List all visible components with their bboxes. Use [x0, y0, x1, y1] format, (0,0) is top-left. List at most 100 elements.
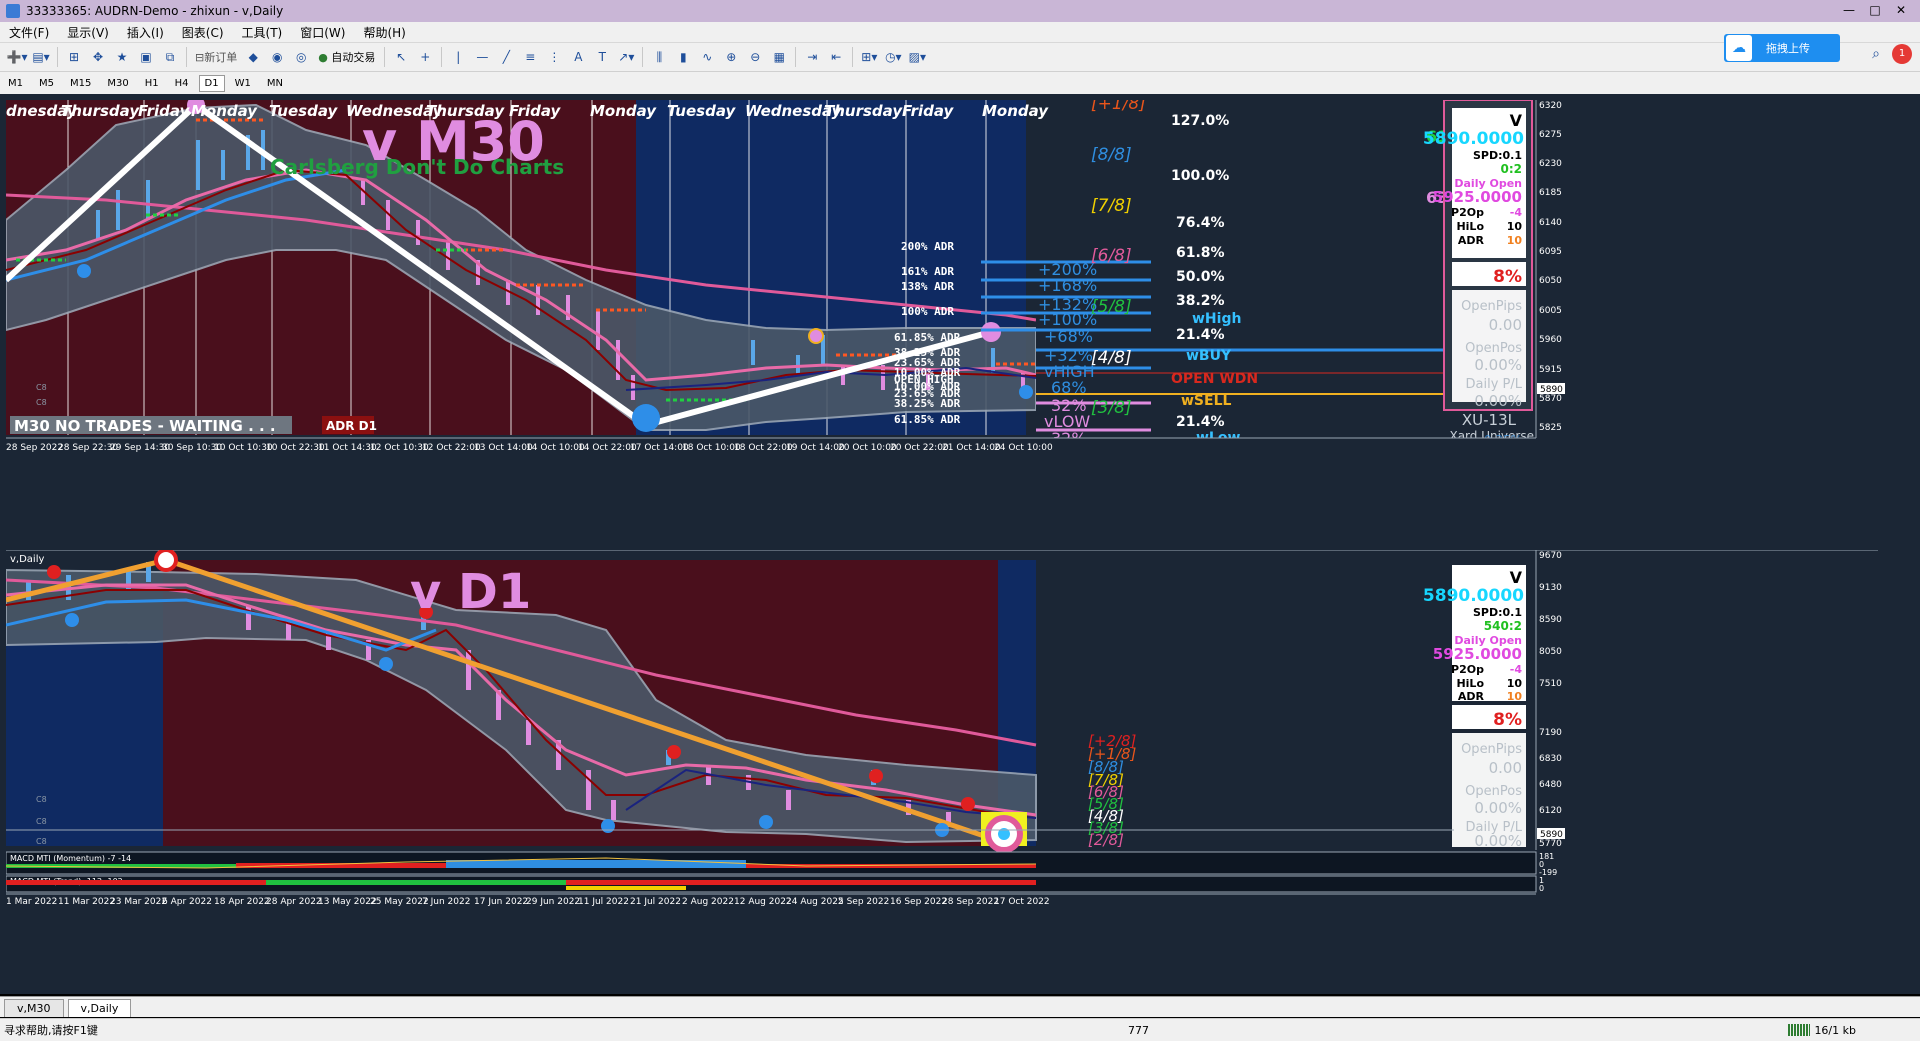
menu-charts[interactable]: 图表(C) [173, 24, 233, 41]
tab-v-m30[interactable]: v,M30 [4, 999, 64, 1017]
time-tick: 18 Oct 22:00 [734, 443, 793, 453]
terminal-icon[interactable]: ▣ [135, 46, 157, 68]
close-button[interactable]: ✕ [1888, 0, 1914, 20]
tf-mn[interactable]: MN [261, 75, 289, 92]
zoom-in-icon[interactable]: ⊕ [720, 46, 742, 68]
bar-chart-icon[interactable]: ⫼ [648, 46, 670, 68]
m30-chart-subtitle: Carlsberg Don't Do Charts [270, 155, 564, 179]
macd-tick: 0 [1539, 884, 1544, 893]
menu-file[interactable]: 文件(F) [0, 24, 58, 41]
weekly-label: wSELL [1181, 393, 1232, 409]
time-tick: 20 Oct 10:00 [838, 443, 897, 453]
daily-pl-value: 0.00% [1474, 832, 1522, 850]
tf-h4[interactable]: H4 [169, 75, 195, 92]
horizontal-line-icon[interactable]: — [471, 46, 493, 68]
trendline-icon[interactable]: ╱ [495, 46, 517, 68]
time-tick: 11 Mar 2022 [58, 897, 115, 907]
arrows-icon[interactable]: ↗▾ [615, 46, 637, 68]
navigator-icon[interactable]: ★ [111, 46, 133, 68]
profiles-icon[interactable]: ▤▾ [30, 46, 52, 68]
strategy-tester-icon[interactable]: ⧉ [159, 46, 181, 68]
fib-label: 61.8% [1176, 245, 1225, 261]
tile-windows-icon[interactable]: ▦ [768, 46, 790, 68]
auto-trading-label: 自动交易 [331, 51, 376, 64]
tf-h1[interactable]: H1 [139, 75, 165, 92]
menu-insert[interactable]: 插入(I) [118, 24, 173, 41]
fibonacci-icon[interactable]: ⋮ [543, 46, 565, 68]
open-pos-value: 0.00% [1474, 356, 1522, 374]
search-icon[interactable]: ⌕ [1872, 46, 1880, 62]
upload-button[interactable]: ☁ 拖拽上传 [1724, 34, 1840, 62]
price-tick: 8590 [1539, 615, 1562, 625]
daily-pl-value: 0.00% [1474, 392, 1522, 410]
market-watch-icon[interactable]: ⊞ [63, 46, 85, 68]
tf-m5[interactable]: M5 [33, 75, 60, 92]
m30-chart[interactable]: dnesday Thursday Friday Monday Tuesday W… [6, 100, 1878, 530]
tf-m1[interactable]: M1 [2, 75, 29, 92]
tf-d1[interactable]: D1 [198, 74, 225, 92]
pct-label: +68% [1044, 327, 1093, 346]
red-dot-marker [869, 769, 883, 783]
time-tick: 20 Oct 22:00 [890, 443, 949, 453]
label-icon[interactable]: T [591, 46, 613, 68]
market-icon[interactable]: ◎ [290, 46, 312, 68]
p2op-label: P2Op [1451, 663, 1484, 676]
red-dot-marker [667, 745, 681, 759]
app-icon [6, 4, 20, 18]
autoscroll-icon[interactable]: ⇥ [801, 46, 823, 68]
chart-shift-icon[interactable]: ⇤ [825, 46, 847, 68]
blue-dot-marker [65, 613, 79, 627]
cursor-icon[interactable]: ↖ [390, 46, 412, 68]
hilo-value: 10 [1507, 220, 1523, 233]
zoom-out-icon[interactable]: ⊖ [744, 46, 766, 68]
swing-high-marker-2 [981, 322, 1001, 342]
menu-help[interactable]: 帮助(H) [354, 24, 414, 41]
vertical-line-icon[interactable]: | [447, 46, 469, 68]
tf-m15[interactable]: M15 [64, 75, 97, 92]
price-value: 5890.0000 [1423, 586, 1524, 606]
templates-icon[interactable]: ▨▾ [906, 46, 928, 68]
metaeditor-icon[interactable]: ◆ [242, 46, 264, 68]
time-axis-labels: 1 Mar 2022 11 Mar 2022 23 Mar 2022 6 Apr… [6, 897, 1050, 907]
time-tick: 21 Oct 14:00 [942, 443, 1001, 453]
text-icon[interactable]: A [567, 46, 589, 68]
menu-window[interactable]: 窗口(W) [291, 24, 354, 41]
notification-badge[interactable]: 1 [1892, 44, 1912, 64]
data-window-icon[interactable]: ✥ [87, 46, 109, 68]
tf-w1[interactable]: W1 [229, 75, 257, 92]
macd-momentum-label: MACD MTI (Momentum) -7 -14 [10, 854, 131, 863]
day-label: Tuesday [269, 102, 338, 120]
swing-low-marker [77, 264, 91, 278]
menu-view[interactable]: 显示(V) [58, 24, 118, 41]
maximize-button[interactable]: □ [1862, 0, 1888, 20]
periods-icon[interactable]: ◷▾ [882, 46, 904, 68]
adr-pct-value: 8% [1493, 267, 1522, 287]
auto-trading-button[interactable]: ● 自动交易 [314, 46, 379, 68]
p2op-label: P2Op [1451, 206, 1484, 219]
signals-icon[interactable]: ◉ [266, 46, 288, 68]
time-tick: 6 Apr 2022 [162, 897, 212, 907]
channel-icon[interactable]: ≡ [519, 46, 541, 68]
spread-value: SPD:0.1 [1473, 606, 1522, 619]
connection-status[interactable]: 16/1 kb [1788, 1024, 1856, 1037]
new-order-button[interactable]: ⊟ 新订单 [192, 46, 240, 68]
daily-open-value: 5925.0000 [1433, 188, 1522, 206]
day-label: Thursday [61, 102, 140, 120]
crosshair-icon[interactable]: + [414, 46, 436, 68]
candle-chart-icon[interactable]: ▮ [672, 46, 694, 68]
c8-label: C8 [36, 383, 47, 392]
time-tick: 24 Aug 2022 [786, 897, 844, 907]
time-tick: 17 Jun 2022 [474, 897, 528, 907]
c8-label: C8 [36, 398, 47, 407]
line-chart-icon[interactable]: ∿ [696, 46, 718, 68]
minimize-button[interactable]: — [1836, 0, 1862, 20]
fib-label: 127.0% [1171, 113, 1229, 129]
tf-m30[interactable]: M30 [101, 75, 134, 92]
status-help: 寻求帮助,请按F1键 [4, 1024, 98, 1037]
menu-tools[interactable]: 工具(T) [233, 24, 292, 41]
main-toolbar: ➕▾ ▤▾ ⊞ ✥ ★ ▣ ⧉ ⊟ 新订单 ◆ ◉ ◎ ● 自动交易 ↖ + |… [0, 43, 1920, 72]
indicators-icon[interactable]: ⊞▾ [858, 46, 880, 68]
d1-chart[interactable]: v,Daily v D1 [+2/8] [+1/8] [8/8] [7/8] [… [6, 550, 1878, 990]
new-chart-icon[interactable]: ➕▾ [6, 46, 28, 68]
tab-v-daily[interactable]: v,Daily [67, 999, 132, 1017]
